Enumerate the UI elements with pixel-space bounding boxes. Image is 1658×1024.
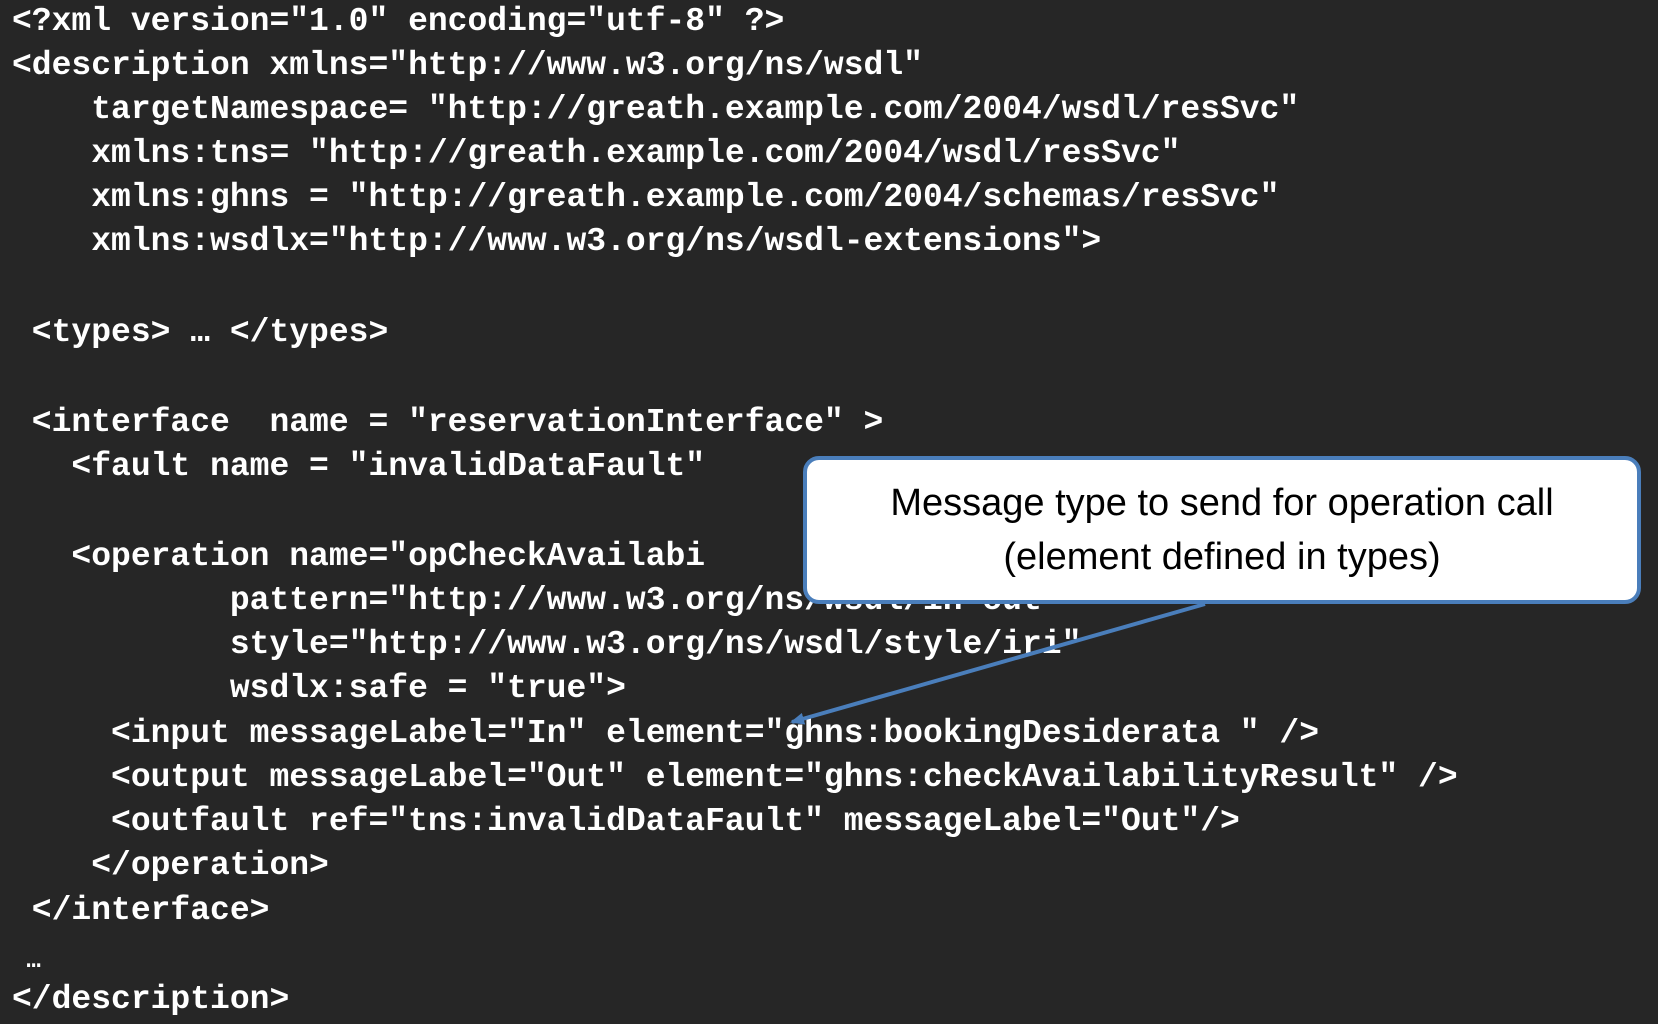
code-line: style="http://www.w3.org/ns/wsdl/style/i… [12,626,1082,663]
annotation-callout: Message type to send for operation call … [803,456,1641,604]
code-line: xmlns:ghns = "http://greath.example.com/… [12,179,1280,216]
callout-line-2: (element defined in types) [1003,536,1441,578]
code-line: </description> [12,981,290,1018]
code-line: … [12,948,41,975]
code-line: <?xml version="1.0" encoding="utf-8" ?> [12,3,785,40]
code-line: <types> … </types> [12,314,389,351]
code-line: <input messageLabel="In" element="ghns:b… [12,715,1320,752]
code-line: targetNamespace= "http://greath.example.… [12,91,1300,128]
code-line: </operation> [12,847,329,884]
code-line: <interface name = "reservationInterface"… [12,404,884,441]
code-line: xmlns:tns= "http://greath.example.com/20… [12,135,1181,172]
code-line: <output messageLabel="Out" element="ghns… [12,759,1458,796]
callout-line-1: Message type to send for operation call [890,482,1554,524]
code-line: wsdlx:safe = "true"> [12,670,626,707]
code-line: <outfault ref="tns:invalidDataFault" mes… [12,803,1240,840]
code-line: </interface> [12,892,270,929]
code-line: <fault name = "invalidDataFault" [12,448,706,485]
code-line: <description xmlns="http://www.w3.org/ns… [12,47,923,84]
code-line: xmlns:wsdlx="http://www.w3.org/ns/wsdl-e… [12,223,1102,260]
code-line: <operation name="opCheckAvailabi [12,538,706,575]
